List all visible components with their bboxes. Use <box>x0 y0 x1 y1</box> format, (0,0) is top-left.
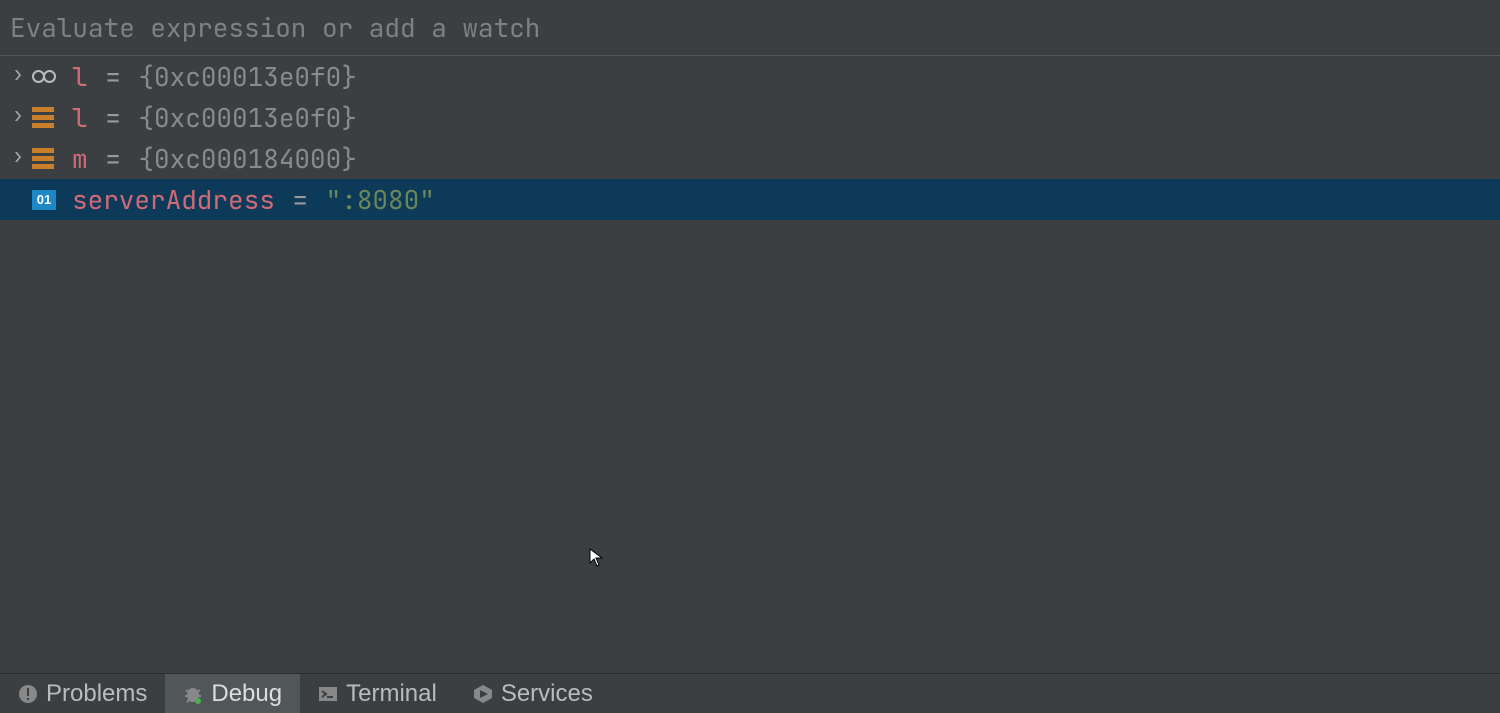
variable-value: ":8080" <box>326 179 435 220</box>
variable-row[interactable]: › m = {0xc000184000} <box>0 138 1500 179</box>
terminal-icon <box>318 684 338 704</box>
services-icon <box>473 684 493 704</box>
tab-label: Debug <box>211 680 282 708</box>
variable-name: l <box>72 97 88 138</box>
tab-terminal[interactable]: Terminal <box>300 674 455 713</box>
variable-row[interactable]: ›01serverAddress = ":8080" <box>0 179 1500 220</box>
tab-label: Services <box>501 680 593 708</box>
variable-name: m <box>72 138 88 179</box>
problems-icon <box>18 684 38 704</box>
debug-icon <box>183 684 203 704</box>
expression-input[interactable] <box>10 10 1490 45</box>
expand-arrow-icon[interactable]: › <box>6 56 30 95</box>
variable-name: serverAddress <box>72 179 275 220</box>
tab-debug[interactable]: Debug <box>165 674 300 713</box>
watch-icon <box>32 70 56 83</box>
variable-icon-slot: 01 <box>32 188 66 212</box>
equals-sign: = <box>90 138 137 179</box>
constant-icon: 01 <box>32 190 56 210</box>
tab-label: Terminal <box>346 680 437 708</box>
struct-icon <box>32 148 54 169</box>
variable-value: {0xc00013e0f0} <box>138 56 356 97</box>
variable-name: l <box>72 56 88 97</box>
equals-sign: = <box>277 179 324 220</box>
expand-arrow-icon[interactable]: › <box>6 136 30 177</box>
tab-problems[interactable]: Problems <box>0 674 165 713</box>
struct-icon <box>32 107 54 128</box>
expression-input-bar <box>0 0 1500 56</box>
variable-icon-slot <box>32 106 66 130</box>
variable-row[interactable]: › l = {0xc00013e0f0} <box>0 56 1500 97</box>
variable-icon-slot <box>32 65 66 89</box>
variable-row[interactable]: › l = {0xc00013e0f0} <box>0 97 1500 138</box>
variable-value: {0xc000184000} <box>138 138 356 179</box>
tab-label: Problems <box>46 680 147 708</box>
equals-sign: = <box>90 97 137 138</box>
expand-arrow-icon[interactable]: › <box>6 95 30 136</box>
variable-value: {0xc00013e0f0} <box>138 97 356 138</box>
variable-icon-slot <box>32 147 66 171</box>
equals-sign: = <box>90 56 137 97</box>
tool-window-tabs: Problems Debug Terminal Services <box>0 673 1500 713</box>
tab-services[interactable]: Services <box>455 674 611 713</box>
variables-list: › l = {0xc00013e0f0} › l = {0xc00013e0f0} › m… <box>0 56 1500 673</box>
